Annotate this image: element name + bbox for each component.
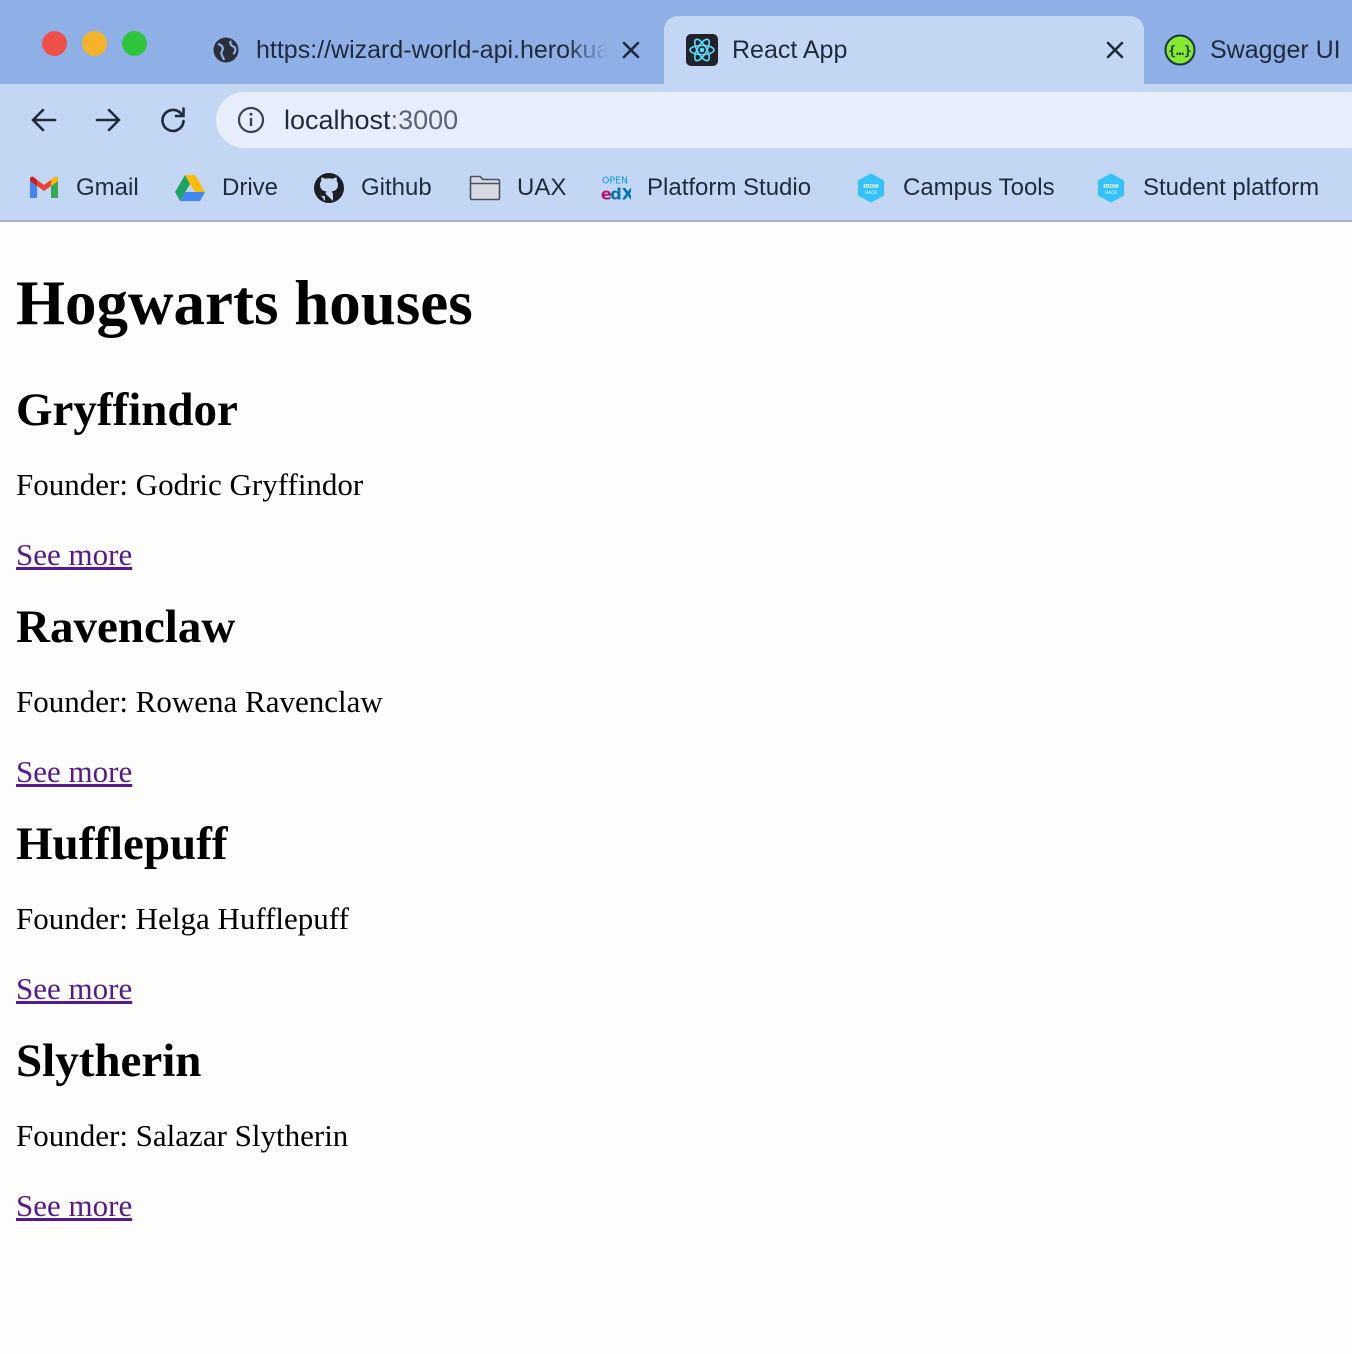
bookmark-label: Gmail: [76, 174, 139, 201]
tab-title: React App: [732, 35, 848, 64]
bookmark-label: Drive: [222, 174, 279, 201]
bookmark-label: Platform Studio: [647, 174, 812, 201]
svg-text:HACK: HACK: [865, 190, 879, 196]
site-info-icon[interactable]: [236, 105, 266, 135]
folder-icon: [469, 172, 501, 204]
house-name: Ravenclaw: [16, 601, 236, 653]
google-drive-icon: [174, 172, 206, 204]
house-card-ravenclaw: Ravenclaw Founder: Rowena Ravenclaw See …: [16, 599, 1336, 790]
house-name: Gryffindor: [16, 384, 238, 436]
see-more-link[interactable]: See more: [16, 754, 132, 790]
reload-icon[interactable]: [153, 100, 193, 140]
tab-strip: https://wizard-world-api.herokuapp.com R…: [0, 0, 1352, 84]
bookmarks-bar: Gmail Drive Github UAX OPENedX Platform …: [0, 156, 1352, 222]
maximize-window-button[interactable]: [122, 31, 147, 56]
ironhack-icon: IRON HACK: [1095, 172, 1127, 204]
see-more-link[interactable]: See more: [16, 971, 132, 1007]
url-port: :3000: [390, 104, 459, 135]
page-title: Hogwarts houses: [16, 268, 473, 338]
see-more-link[interactable]: See more: [16, 537, 132, 573]
bookmark-label: Campus Tools: [903, 174, 1055, 201]
bookmark-label: Github: [361, 174, 432, 201]
react-logo-icon: [686, 34, 718, 66]
close-tab-icon[interactable]: [616, 35, 646, 65]
house-founder: Founder: Helga Hufflepuff: [16, 901, 349, 936]
svg-text:IRON: IRON: [1103, 184, 1119, 190]
url-host: localhost: [284, 104, 391, 135]
house-founder: Founder: Salazar Slytherin: [16, 1118, 349, 1153]
minimize-window-button[interactable]: [82, 31, 107, 56]
svg-text:HACK: HACK: [1105, 190, 1119, 196]
ironhack-icon: IRON HACK: [855, 172, 887, 204]
svg-text:{…}: {…}: [1168, 44, 1191, 59]
address-bar[interactable]: localhost:3000: [216, 92, 1352, 148]
svg-text:IRON: IRON: [863, 184, 879, 190]
back-arrow-icon[interactable]: [24, 100, 64, 140]
bookmark-campus-tools[interactable]: IRON HACK Campus Tools: [855, 166, 1055, 210]
address-url: localhost:3000: [284, 105, 458, 136]
bookmark-platform-studio[interactable]: OPENedX Platform Studio: [599, 166, 811, 210]
svg-text:dX: dX: [610, 184, 631, 203]
browser-toolbar: localhost:3000: [0, 84, 1352, 156]
tab-title: https://wizard-world-api.herokuapp.com: [256, 35, 608, 64]
house-card-gryffindor: Gryffindor Founder: Godric Gryffindor Se…: [16, 382, 1336, 573]
swagger-logo-icon: {…}: [1164, 34, 1196, 66]
bookmark-uax[interactable]: UAX: [469, 166, 566, 210]
house-founder: Founder: Rowena Ravenclaw: [16, 684, 383, 719]
bookmark-student-platform[interactable]: IRON HACK Student platform: [1095, 166, 1319, 210]
see-more-link[interactable]: See more: [16, 1188, 132, 1224]
bookmark-github[interactable]: Github: [313, 166, 432, 210]
tab-react-app[interactable]: React App: [664, 16, 1144, 84]
tab-wizard-world-api[interactable]: https://wizard-world-api.herokuapp.com: [196, 16, 658, 84]
forward-arrow-icon[interactable]: [88, 100, 128, 140]
house-card-hufflepuff: Hufflepuff Founder: Helga Hufflepuff See…: [16, 816, 1336, 1007]
github-icon: [313, 172, 345, 204]
globe-icon: [210, 34, 242, 66]
gmail-icon: [28, 172, 60, 204]
close-window-button[interactable]: [42, 31, 67, 56]
tab-swagger-ui[interactable]: {…} Swagger UI: [1150, 16, 1352, 84]
open-edx-icon: OPENedX: [599, 172, 631, 204]
tab-title: Swagger UI: [1210, 35, 1341, 64]
close-tab-icon[interactable]: [1100, 35, 1130, 65]
house-founder: Founder: Godric Gryffindor: [16, 467, 364, 502]
bookmark-drive[interactable]: Drive: [174, 166, 278, 210]
house-card-slytherin: Slytherin Founder: Salazar Slytherin See…: [16, 1033, 1336, 1224]
page-content: Hogwarts houses Gryffindor Founder: Godr…: [16, 222, 1336, 1224]
bookmark-label: UAX: [517, 174, 567, 201]
house-name: Slytherin: [16, 1035, 202, 1087]
house-name: Hufflepuff: [16, 818, 228, 870]
bookmark-gmail[interactable]: Gmail: [28, 166, 139, 210]
bookmark-label: Student platform: [1143, 174, 1320, 201]
